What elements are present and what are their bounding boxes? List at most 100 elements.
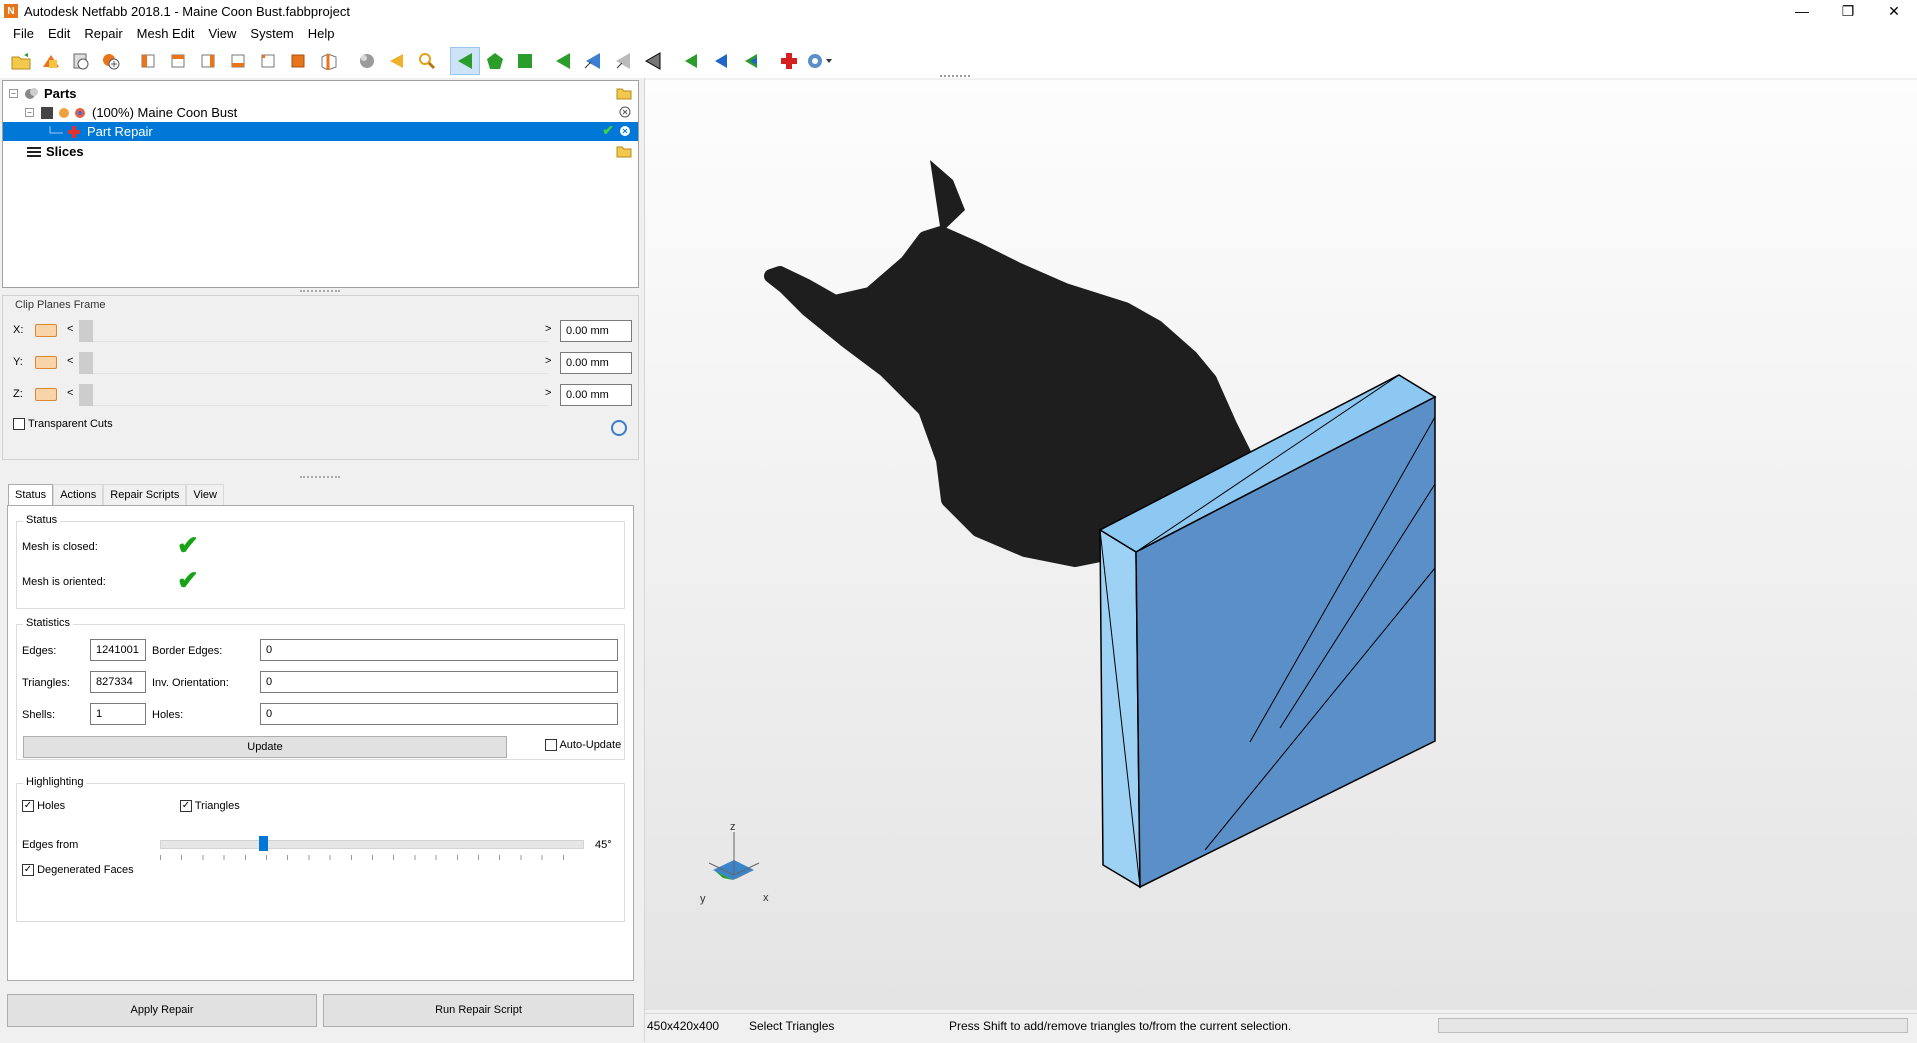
slider-left-arrow-icon[interactable]: <	[67, 323, 73, 335]
clip-value-input[interactable]: 0.00 mm	[560, 352, 632, 374]
clip-plane-toggle[interactable]	[35, 388, 57, 401]
menu-help[interactable]: Help	[301, 26, 342, 41]
slider-right-arrow-icon[interactable]: >	[545, 323, 551, 335]
clip-value-input[interactable]: 0.00 mm	[560, 384, 632, 406]
close-circle-icon[interactable]	[618, 124, 632, 138]
transparent-cuts-checkbox[interactable]	[13, 418, 25, 431]
select-invert-icon[interactable]	[608, 47, 638, 75]
holes-option[interactable]: ✓ Holes	[22, 800, 65, 813]
clip-slider-thumb[interactable]	[79, 352, 93, 374]
select-surface-icon[interactable]	[480, 47, 510, 75]
view-left-icon[interactable]	[194, 47, 224, 75]
arrow-left-icon[interactable]	[382, 47, 412, 75]
edges-from-slider[interactable]	[160, 840, 584, 849]
run-repair-script-button[interactable]: Run Repair Script	[323, 994, 634, 1027]
select-add-icon[interactable]	[548, 47, 578, 75]
zoom-icon[interactable]	[412, 47, 442, 75]
tree-row-part-repair[interactable]: Part Repair ✔	[3, 122, 638, 141]
edges-field[interactable]: 1241001	[90, 639, 146, 661]
tree-row-parts[interactable]: − Parts	[3, 84, 638, 103]
holes-field[interactable]: 0	[260, 703, 618, 725]
select-triangle-icon[interactable]	[450, 47, 480, 75]
tab-repair-scripts[interactable]: Repair Scripts	[103, 484, 187, 505]
slider-right-arrow-icon[interactable]: >	[545, 387, 551, 399]
view-front-icon[interactable]	[134, 47, 164, 75]
collapse-icon[interactable]: −	[9, 89, 18, 98]
sphere-icon[interactable]	[352, 47, 382, 75]
color-icon[interactable]	[74, 107, 86, 119]
import-part-icon[interactable]	[36, 47, 66, 75]
clip-slider-track[interactable]	[79, 384, 549, 406]
refresh-icon[interactable]	[611, 420, 627, 436]
view-top-icon[interactable]	[254, 47, 284, 75]
menu-file[interactable]: File	[6, 26, 41, 41]
degenerated-checkbox[interactable]: ✓	[22, 864, 34, 877]
nav-reset-icon[interactable]	[736, 47, 766, 75]
close-icon[interactable]: ✕	[1871, 0, 1917, 22]
restore-icon[interactable]: ❐	[1825, 0, 1871, 22]
tab-view[interactable]: View	[186, 484, 224, 505]
auto-update-checkbox[interactable]	[545, 739, 557, 752]
minimize-icon[interactable]: —	[1779, 0, 1825, 22]
triangles-field[interactable]: 827334	[90, 671, 146, 693]
auto-update-option[interactable]: Auto-Update	[545, 739, 621, 752]
transparent-cuts-label: Transparent Cuts	[28, 418, 113, 431]
triangles-option[interactable]: ✓ Triangles	[180, 800, 240, 813]
tab-status[interactable]: Status	[8, 484, 54, 507]
select-shell-icon[interactable]	[510, 47, 540, 75]
view-bottom-icon[interactable]	[284, 47, 314, 75]
viewport-grip[interactable]	[940, 75, 970, 78]
clip-plane-toggle[interactable]	[35, 324, 57, 337]
menu-edit[interactable]: Edit	[41, 26, 77, 41]
3d-viewport[interactable]: z y x	[645, 80, 1917, 1010]
shells-field[interactable]: 1	[90, 703, 146, 725]
menu-mesh-edit[interactable]: Mesh Edit	[130, 26, 202, 41]
add-part-icon[interactable]	[66, 47, 96, 75]
tree-row-slices[interactable]: Slices	[3, 142, 638, 161]
slider-left-arrow-icon[interactable]: <	[67, 355, 73, 367]
clip-slider-thumb[interactable]	[79, 384, 93, 406]
open-folder-icon[interactable]	[616, 144, 632, 158]
transparent-cuts-option[interactable]: Transparent Cuts	[13, 418, 113, 431]
degenerated-option[interactable]: ✓ Degenerated Faces	[22, 864, 134, 877]
inv-orientation-field[interactable]: 0	[260, 671, 618, 693]
view-back-icon[interactable]	[164, 47, 194, 75]
tree-row-part[interactable]: − (100%) Maine Coon Bust	[3, 103, 638, 122]
edges-from-slider-thumb[interactable]	[259, 836, 268, 851]
repair-cross-icon[interactable]	[774, 47, 804, 75]
collapse-icon[interactable]: −	[25, 108, 34, 117]
menu-view[interactable]: View	[201, 26, 243, 41]
open-folder-icon[interactable]	[616, 86, 632, 100]
nav-forward-icon[interactable]	[706, 47, 736, 75]
clip-slider-track[interactable]	[79, 352, 549, 374]
holes-checkbox[interactable]: ✓	[22, 800, 34, 813]
view-iso-icon[interactable]	[314, 47, 344, 75]
clip-slider-track[interactable]	[79, 320, 549, 342]
border-edges-field[interactable]: 0	[260, 639, 618, 661]
triangles-checkbox[interactable]: ✓	[180, 800, 192, 813]
tab-actions[interactable]: Actions	[53, 484, 104, 505]
slider-left-arrow-icon[interactable]: <	[67, 387, 73, 399]
clip-slider-thumb[interactable]	[79, 320, 93, 342]
open-project-icon[interactable]	[6, 47, 36, 75]
panel-splitter[interactable]	[300, 290, 340, 293]
clip-value-input[interactable]: 0.00 mm	[560, 320, 632, 342]
update-button[interactable]: Update	[23, 736, 507, 758]
settings-dropdown-icon[interactable]	[804, 47, 834, 75]
select-remove-icon[interactable]	[578, 47, 608, 75]
slider-right-arrow-icon[interactable]: >	[545, 355, 551, 367]
apply-check-icon[interactable]: ✔	[602, 122, 614, 139]
status-group: Status Mesh is closed: ✔ Mesh is oriente…	[16, 514, 625, 609]
panel-splitter[interactable]	[300, 476, 340, 479]
menu-system[interactable]: System	[243, 26, 300, 41]
viewport-canvas[interactable]: z y x	[645, 80, 1917, 1010]
close-circle-icon[interactable]	[618, 105, 632, 119]
add-part-plus-icon[interactable]	[96, 47, 126, 75]
visibility-icon[interactable]	[58, 107, 70, 119]
select-all-icon[interactable]	[638, 47, 668, 75]
nav-back-icon[interactable]	[676, 47, 706, 75]
view-right-icon[interactable]	[224, 47, 254, 75]
menu-repair[interactable]: Repair	[77, 26, 129, 41]
apply-repair-button[interactable]: Apply Repair	[7, 994, 317, 1027]
clip-plane-toggle[interactable]	[35, 356, 57, 369]
